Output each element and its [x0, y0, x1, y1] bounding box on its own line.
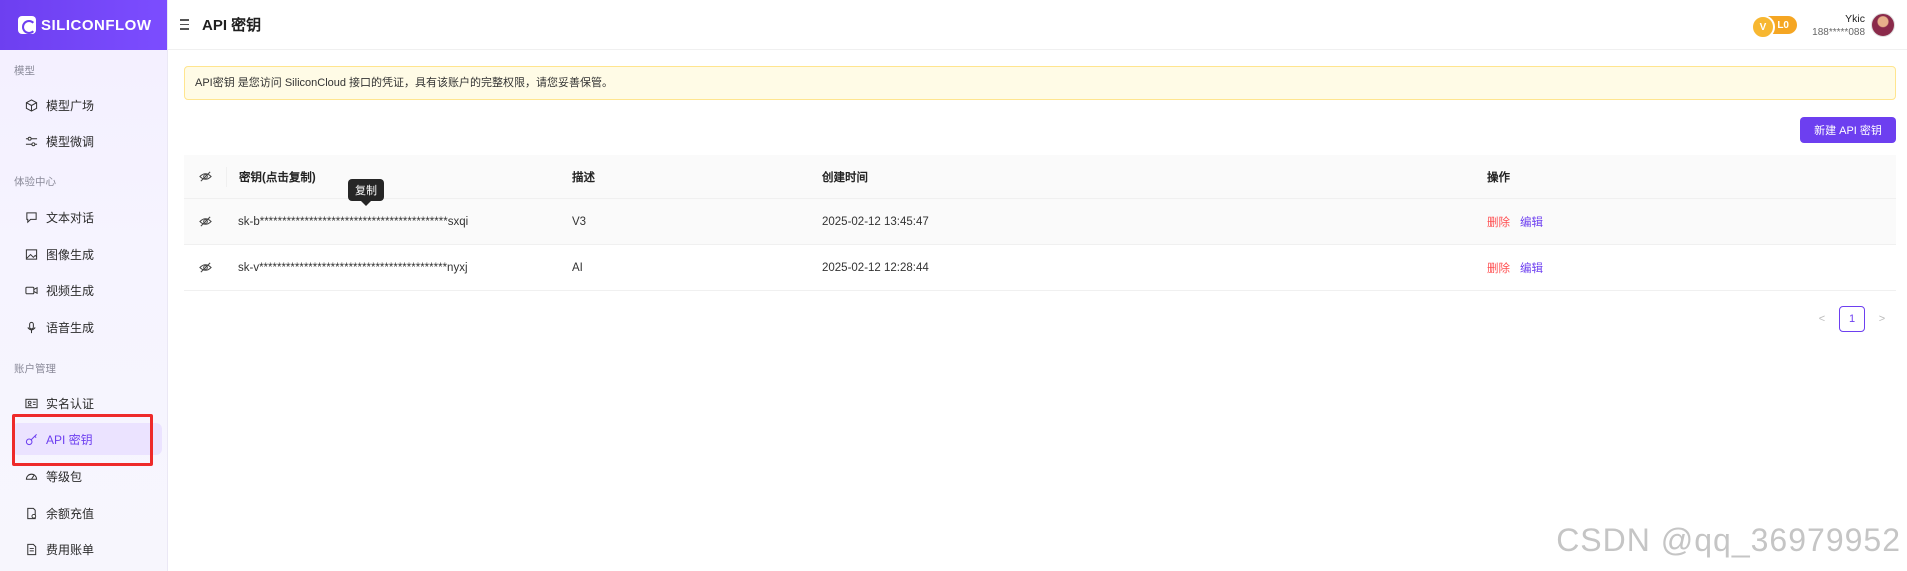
api-key-created: 2025-02-12 12:28:44: [822, 261, 929, 274]
user-info[interactable]: Ykic 188*****088: [1812, 13, 1865, 39]
sidebar-item-label: 语音生成: [46, 320, 95, 335]
column-header-desc: 描述: [572, 171, 595, 184]
sidebar-item-label: 余额充值: [46, 506, 95, 521]
section-label-experience: 体验中心: [14, 176, 56, 188]
sidebar-item-text-chat[interactable]: 文本对话: [12, 201, 162, 233]
table-row: sk-b************************************…: [184, 199, 1896, 245]
sidebar-item-label: 视频生成: [46, 283, 95, 298]
mic-icon: [24, 320, 38, 334]
toggle-visibility-icon[interactable]: [184, 215, 226, 228]
delete-button[interactable]: 删除: [1487, 214, 1510, 230]
sidebar: SILICONFLOW 模型 模型广场 模型微调 体验中心 文本对话 图像生成 …: [0, 0, 168, 571]
user-name: Ykic: [1845, 13, 1865, 25]
page-title: API 密钥: [202, 17, 262, 34]
sidebar-item-label: 费用账单: [46, 542, 95, 557]
sidebar-item-label: 等级包: [46, 469, 83, 484]
sidebar-item-video-gen[interactable]: 视频生成: [12, 274, 162, 306]
row-actions: 删除 编辑: [1475, 214, 1543, 230]
edit-button[interactable]: 编辑: [1520, 260, 1543, 276]
sidebar-item-level-pack[interactable]: 等级包: [12, 460, 162, 492]
topbar: API 密钥 L0 Ykic 188*****088: [168, 0, 1907, 50]
toggle-visibility-all-icon[interactable]: [184, 170, 226, 183]
api-key-desc: AI: [572, 261, 583, 274]
sidebar-item-model-square[interactable]: 模型广场: [12, 89, 162, 121]
sidebar-item-api-keys[interactable]: API 密钥: [12, 423, 162, 455]
pagination: < 1 >: [1815, 306, 1889, 332]
video-icon: [24, 283, 38, 297]
sidebar-item-voice-gen[interactable]: 语音生成: [12, 311, 162, 343]
user-phone: 188*****088: [1812, 27, 1865, 38]
prev-page-icon[interactable]: <: [1815, 313, 1829, 325]
sidebar-item-verification[interactable]: 实名认证: [12, 387, 162, 419]
api-key-created: 2025-02-12 13:45:47: [822, 215, 929, 228]
column-header-key: 密钥(点击复制): [226, 166, 560, 187]
menu-toggle-icon[interactable]: [180, 17, 196, 33]
sidebar-item-label: 模型微调: [46, 134, 95, 149]
cube-icon: [24, 98, 38, 112]
key-icon: [24, 432, 38, 446]
column-header-time: 创建时间: [822, 171, 868, 184]
watermark: CSDN @qq_36979952: [1556, 522, 1901, 558]
api-keys-table: 密钥(点击复制) 描述 创建时间 操作 sk-b****************…: [184, 155, 1896, 291]
sidebar-item-label: API 密钥: [46, 432, 93, 447]
sidebar-item-recharge[interactable]: 余额充值: [12, 497, 162, 529]
delete-button[interactable]: 删除: [1487, 260, 1510, 276]
toggle-visibility-icon[interactable]: [184, 261, 226, 274]
sidebar-item-image-gen[interactable]: 图像生成: [12, 238, 162, 270]
copy-tooltip: 复制: [348, 179, 384, 206]
siliconflow-logo-icon: [18, 16, 36, 34]
sidebar-item-billing[interactable]: 费用账单: [12, 533, 162, 565]
brand-header[interactable]: SILICONFLOW: [0, 0, 167, 50]
edit-button[interactable]: 编辑: [1520, 214, 1543, 230]
gauge-icon: [24, 469, 38, 483]
sidebar-item-label: 文本对话: [46, 210, 95, 225]
api-key-desc: V3: [572, 215, 587, 228]
api-key-value[interactable]: sk-b************************************…: [226, 199, 560, 244]
sidebar-item-label: 实名认证: [46, 396, 95, 411]
sidebar-item-label: 图像生成: [46, 247, 95, 262]
table-header: 密钥(点击复制) 描述 创建时间 操作: [184, 155, 1896, 199]
new-api-key-button[interactable]: 新建 API 密钥: [1800, 117, 1896, 143]
wallet-icon: [24, 506, 38, 520]
sidebar-item-model-finetune[interactable]: 模型微调: [12, 125, 162, 157]
chat-icon: [24, 210, 38, 224]
row-actions: 删除 编辑: [1475, 260, 1543, 276]
brand-name: SILICONFLOW: [41, 16, 152, 34]
page-number[interactable]: 1: [1839, 306, 1865, 332]
image-icon: [24, 247, 38, 261]
id-card-icon: [24, 396, 38, 410]
app-root: { "brand": {"name": "SILICONFLOW"}, "sid…: [0, 0, 1907, 571]
section-label-account: 账户管理: [14, 363, 56, 375]
column-header-ops: 操作: [1487, 171, 1510, 184]
info-notice: API密钥 是您访问 SiliconCloud 接口的凭证，具有该账户的完整权限…: [184, 66, 1896, 100]
sliders-icon: [24, 134, 38, 148]
table-row: sk-v************************************…: [184, 245, 1896, 291]
next-page-icon[interactable]: >: [1875, 313, 1889, 325]
level-badge[interactable]: L0: [1751, 15, 1797, 39]
bill-icon: [24, 542, 38, 556]
sidebar-item-label: 模型广场: [46, 98, 95, 113]
avatar[interactable]: [1871, 13, 1895, 37]
api-key-value[interactable]: sk-v************************************…: [226, 245, 560, 290]
section-label-models: 模型: [14, 65, 35, 77]
